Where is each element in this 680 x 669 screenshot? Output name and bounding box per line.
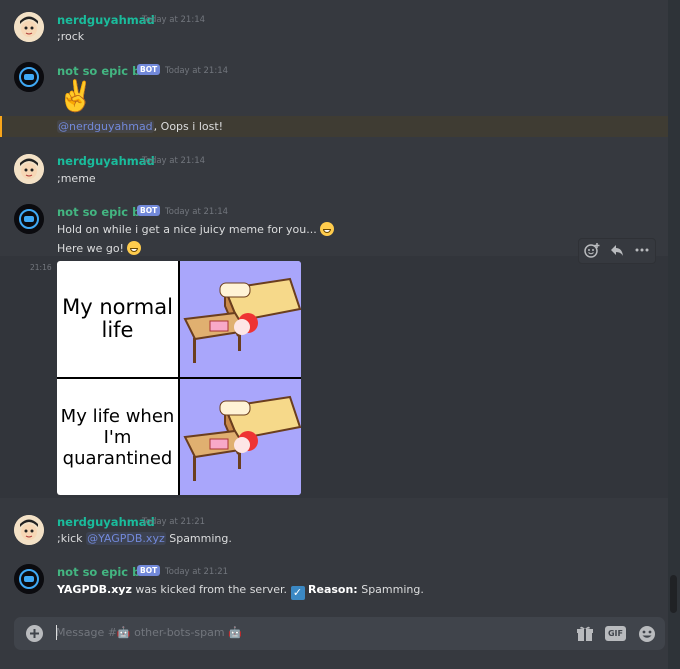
check-mark-icon: ✓ [290, 586, 305, 600]
bot-tag: BOT [137, 64, 161, 75]
user-mention[interactable]: @YAGPDB.xyz [86, 532, 166, 545]
bot-avatar[interactable] [14, 204, 44, 234]
reply-icon[interactable] [608, 242, 626, 260]
bot-tag: BOT [137, 565, 161, 576]
message-text: Here we go! [57, 241, 142, 255]
reason-label: Reason: [308, 583, 358, 596]
grin-emoji [320, 222, 335, 236]
scrollbar-thumb[interactable] [670, 575, 677, 613]
username[interactable]: nerdguyahmad [57, 515, 155, 529]
more-icon[interactable] [633, 242, 651, 260]
avatar[interactable] [14, 515, 44, 545]
timestamp: Today at 21:21 [165, 567, 229, 577]
victory-hand-emoji: ✌️ [57, 79, 95, 114]
message-rest: Spamming. [165, 532, 232, 545]
gift-icon[interactable] [576, 625, 594, 643]
message-text: ;meme [57, 172, 96, 185]
meme-image[interactable]: My normal life My life when I'm quaranti… [57, 261, 301, 495]
avatar[interactable] [14, 12, 44, 42]
user-mention[interactable]: @nerdguyahmad [57, 120, 154, 133]
command: ;kick [57, 532, 83, 545]
message-text: ;rock [57, 30, 85, 43]
message-composer: Message #🤖 other-bots-spam 🤖 GIF [14, 617, 665, 650]
meme-bottom-label: My life when I'm quarantined [57, 379, 178, 495]
timestamp: Today at 21:14 [142, 15, 206, 25]
username[interactable]: nerdguyahmad [57, 154, 155, 168]
bot-avatar[interactable] [14, 564, 44, 594]
message-input[interactable]: Message #🤖 other-bots-spam 🤖 [56, 626, 242, 639]
timestamp: Today at 21:21 [142, 517, 206, 527]
hover-timestamp: 21:16 [30, 263, 52, 272]
timestamp: Today at 21:14 [165, 66, 229, 76]
reply-body: , Oops i lost! [153, 120, 224, 133]
message-line: Hold on while i get a nice juicy meme fo… [57, 223, 317, 236]
grin-emoji [127, 241, 142, 255]
username[interactable]: nerdguyahmad [57, 13, 155, 27]
avatar[interactable] [14, 154, 44, 184]
timestamp: Today at 21:14 [165, 207, 229, 217]
bot-tag: BOT [137, 205, 161, 216]
message-text: Hold on while i get a nice juicy meme fo… [57, 222, 335, 236]
reply-text: @nerdguyahmad, Oops i lost! [57, 120, 223, 133]
upload-plus-icon[interactable] [26, 625, 43, 642]
add-reaction-icon[interactable] [583, 242, 601, 260]
message-text: YAGPDB.xyz was kicked from the server. ✓… [57, 583, 424, 600]
message-line: Here we go! [57, 242, 124, 255]
kicked-user: YAGPDB.xyz [57, 583, 132, 596]
reason-text: Spamming. [357, 583, 424, 596]
timestamp: Today at 21:14 [142, 156, 206, 166]
kick-text: was kicked from the server. [131, 583, 288, 596]
gif-button[interactable]: GIF [605, 626, 626, 641]
meme-bottom-picture [180, 379, 301, 495]
meme-top-picture [180, 261, 301, 377]
message-text: ;kick @YAGPDB.xyz Spamming. [57, 532, 232, 545]
meme-top-label: My normal life [57, 261, 178, 377]
bot-avatar[interactable] [14, 62, 44, 92]
message-toolbar [578, 238, 656, 264]
emoji-icon[interactable] [638, 625, 656, 643]
scrollbar[interactable] [668, 0, 680, 669]
